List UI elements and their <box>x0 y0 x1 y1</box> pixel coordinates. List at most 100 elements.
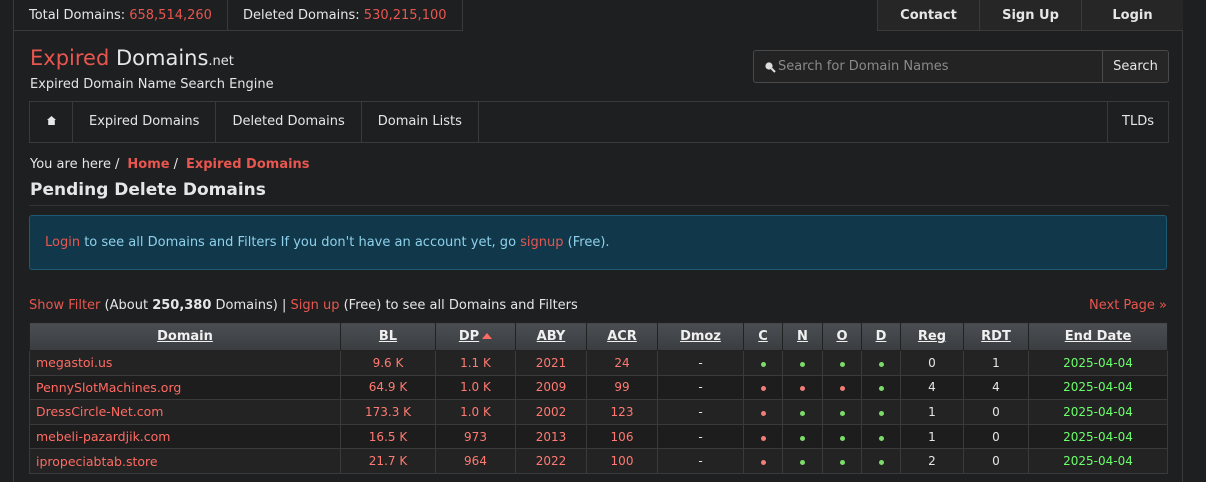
cell-d-status <box>861 374 901 401</box>
cell-dmoz: - <box>657 423 744 450</box>
cell-o-status <box>822 374 862 401</box>
breadcrumb-current[interactable]: Expired Domains <box>186 157 310 172</box>
cell-n-status <box>782 423 823 450</box>
cell-rdt: 0 <box>963 423 1029 450</box>
cell-end-date: 2025-04-04 <box>1028 350 1168 376</box>
taken-dot-icon <box>760 386 766 392</box>
available-dot-icon <box>800 460 805 466</box>
cell-bl: 9.6 K <box>340 350 436 376</box>
taken-dot-icon <box>800 386 805 392</box>
cell-bl: 21.7 K <box>340 448 436 474</box>
col-header-bl[interactable]: BL <box>340 322 436 351</box>
nav-expired-domains[interactable]: Expired Domains <box>73 102 217 142</box>
domain-link[interactable]: ipropeciabtab.store <box>29 448 341 474</box>
domain-link[interactable]: PennySlotMachines.org <box>29 374 341 401</box>
site-logo[interactable]: Expired Domains.net Expired Domain Name … <box>30 45 274 92</box>
cell-dmoz: - <box>657 448 744 474</box>
col-header-d[interactable]: D <box>861 322 901 351</box>
available-dot-icon <box>839 460 845 466</box>
breadcrumb-separator: / <box>115 157 120 172</box>
domain-link[interactable]: megastoi.us <box>29 350 341 376</box>
logo-part-net: .net <box>208 54 234 69</box>
cell-rdt: 0 <box>963 448 1029 474</box>
col-header-acr[interactable]: ACR <box>586 322 658 351</box>
available-dot-icon <box>878 435 884 441</box>
logo-tagline: Expired Domain Name Search Engine <box>30 77 274 92</box>
cell-c-status <box>743 448 783 474</box>
search-button[interactable]: Search <box>1102 51 1168 82</box>
login-link[interactable]: Login <box>1081 0 1183 31</box>
available-dot-icon <box>800 361 805 367</box>
cell-o-status <box>822 350 862 376</box>
taken-dot-icon <box>839 386 845 392</box>
cell-rdt: 0 <box>963 399 1029 425</box>
col-header-domain[interactable]: Domain <box>29 322 341 351</box>
cell-c-status <box>743 350 783 376</box>
filter-signup-link[interactable]: Sign up <box>290 298 339 313</box>
col-header-reg[interactable]: Reg <box>900 322 964 351</box>
cell-o-status <box>822 399 862 425</box>
nav-tlds[interactable]: TLDs <box>1107 102 1168 142</box>
search-input[interactable] <box>776 51 1102 82</box>
taken-dot-icon <box>760 410 766 416</box>
cell-n-status <box>782 399 823 425</box>
cell-dp: 1.0 K <box>435 374 516 401</box>
cell-end-date: 2025-04-04 <box>1028 374 1168 401</box>
alert-signup-link[interactable]: signup <box>520 235 563 250</box>
taken-dot-icon <box>760 435 766 441</box>
nav-deleted-domains[interactable]: Deleted Domains <box>216 102 362 142</box>
available-dot-icon <box>839 435 845 441</box>
sort-ascending-icon <box>482 333 493 339</box>
search-form: Search <box>753 50 1169 83</box>
table-row: ipropeciabtab.store 21.7 K 964 2022 100- 2 0 20… <box>29 448 1168 474</box>
cell-dp: 1.0 K <box>435 399 516 425</box>
cell-dp: 964 <box>435 448 516 474</box>
deleted-domains-value: 530,215,100 <box>363 8 447 23</box>
filter-about-text: (About <box>100 298 153 313</box>
available-dot-icon <box>878 386 884 392</box>
cell-n-status <box>782 350 823 376</box>
signup-link[interactable]: Sign Up <box>979 0 1081 31</box>
domain-count: 250,380 <box>152 298 212 313</box>
home-icon[interactable] <box>30 102 73 142</box>
cell-dp: 1.1 K <box>435 350 516 376</box>
nav-domain-lists[interactable]: Domain Lists <box>362 102 479 142</box>
next-page-link[interactable]: Next Page » <box>1089 298 1167 313</box>
show-filter-link[interactable]: Show Filter <box>29 298 100 313</box>
domain-link[interactable]: DressCircle-Net.com <box>29 399 341 425</box>
cell-c-status <box>743 423 783 450</box>
col-header-rdt[interactable]: RDT <box>963 322 1029 351</box>
col-header-o[interactable]: O <box>822 322 862 351</box>
total-domains-value: 658,514,260 <box>129 8 212 23</box>
col-header-dmoz[interactable]: Dmoz <box>657 322 744 351</box>
cell-o-status <box>822 448 862 474</box>
cell-acr: 123 <box>586 399 658 425</box>
col-header-c[interactable]: C <box>743 322 783 351</box>
domain-link[interactable]: mebeli-pazardjik.com <box>29 423 341 450</box>
alert-login-link[interactable]: Login <box>45 235 80 250</box>
breadcrumb-home[interactable]: Home <box>127 157 169 172</box>
col-header-dp[interactable]: DP <box>435 322 516 351</box>
total-domains-stat: Total Domains: 658,514,260 <box>14 0 228 31</box>
col-header-end-date[interactable]: End Date <box>1028 322 1168 351</box>
search-icon <box>754 51 776 82</box>
cell-acr: 100 <box>586 448 658 474</box>
col-header-aby[interactable]: ABY <box>515 322 587 351</box>
cell-reg: 4 <box>900 374 964 401</box>
cell-d-status <box>861 423 901 450</box>
cell-aby: 2022 <box>515 448 587 474</box>
alert-text: to see all Domains and Filters If you do… <box>80 235 521 250</box>
domains-table: Domain BL DP ABY ACR Dmoz C N O D Reg RD… <box>29 322 1168 474</box>
breadcrumb-prefix: You are here <box>30 157 111 172</box>
col-header-n[interactable]: N <box>782 322 823 351</box>
deleted-domains-stat: Deleted Domains: 530,215,100 <box>227 0 463 31</box>
contact-link[interactable]: Contact <box>877 0 979 31</box>
taken-dot-icon <box>760 460 766 466</box>
cell-end-date: 2025-04-04 <box>1028 399 1168 425</box>
available-dot-icon <box>800 410 805 416</box>
filter-rest-text: (Free) to see all Domains and Filters <box>339 298 578 313</box>
cell-aby: 2021 <box>515 350 587 376</box>
cell-d-status <box>861 399 901 425</box>
col-header-dp-label: DP <box>458 329 480 344</box>
cell-dmoz: - <box>657 350 744 376</box>
